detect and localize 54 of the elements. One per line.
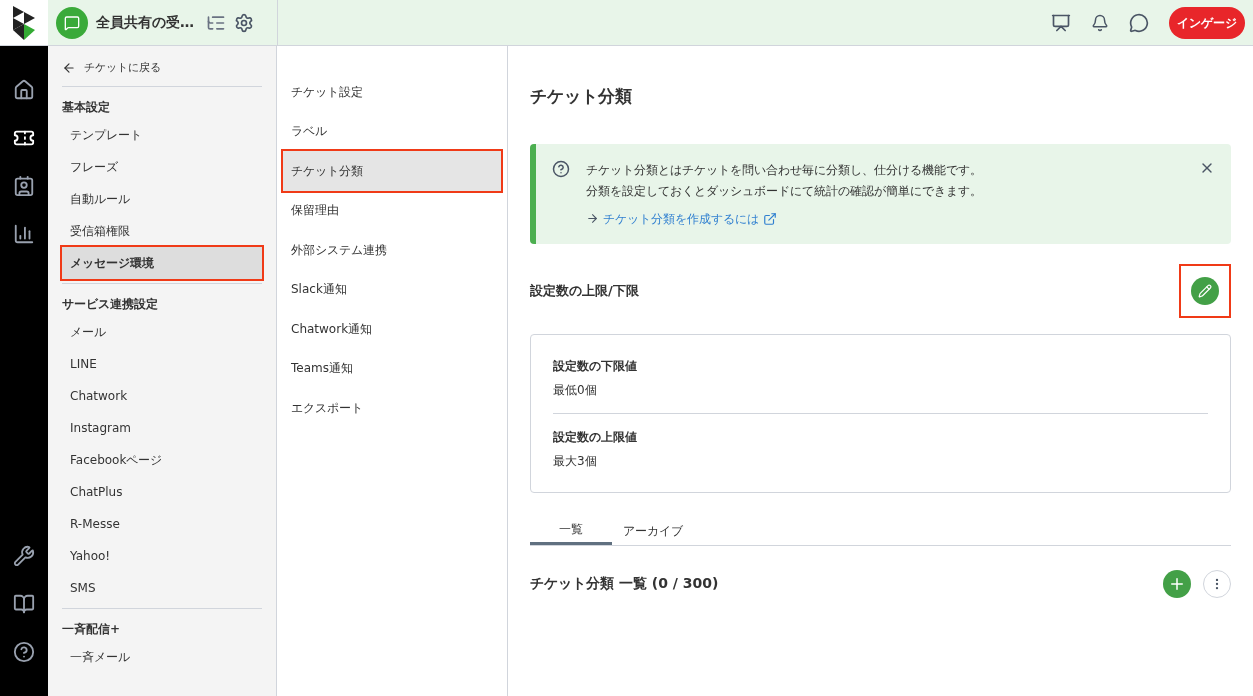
edit-button[interactable] — [1191, 276, 1219, 305]
external-link-icon — [763, 211, 777, 226]
help-link[interactable]: チケット分類を作成するには — [603, 209, 759, 228]
tab[interactable]: アーカイブ — [612, 516, 694, 545]
submenu-item[interactable]: 保留理由 — [283, 190, 501, 230]
sidebar-item[interactable]: 自動ルール — [62, 183, 262, 215]
sidebar-item[interactable]: LINE — [62, 348, 262, 380]
inbox-icon — [56, 6, 88, 39]
info-text: 分類を設定しておくとダッシュボードにて統計の確認が簡単にできます。 — [586, 182, 983, 200]
submenu-item[interactable]: 外部システム連携 — [283, 230, 501, 270]
sidebar-item[interactable]: Facebookページ — [62, 444, 262, 476]
submenu-item[interactable]: チケット分類 — [283, 151, 501, 191]
section-title: サービス連携設定 — [62, 296, 159, 313]
submenu-item[interactable]: ラベル — [283, 111, 501, 151]
add-button[interactable] — [1163, 569, 1191, 598]
settings-icon[interactable] — [234, 12, 254, 33]
sidebar-item[interactable]: Chatwork — [62, 380, 262, 412]
limit-label: 設定数の下限値 — [553, 357, 638, 375]
sidebar-item[interactable]: メール — [62, 316, 262, 348]
tab[interactable]: 一覧 — [530, 516, 612, 545]
submenu-item[interactable]: Chatwork通知 — [283, 309, 501, 349]
limit-label: 設定数の上限値 — [553, 428, 638, 446]
submenu-item[interactable]: Slack通知 — [283, 269, 501, 309]
sidebar-item[interactable]: 一斉メール — [62, 641, 262, 673]
list-title: チケット分類 一覧 (0 / 300) — [530, 574, 719, 593]
limit-value: 最大3個 — [553, 452, 598, 470]
sidebar-item[interactable]: テンプレート — [62, 119, 262, 151]
pencil-icon — [1198, 283, 1212, 298]
logo-icon — [13, 5, 35, 40]
sidebar-item[interactable]: フレーズ — [62, 151, 262, 183]
sidebar-item[interactable]: ChatPlus — [62, 476, 262, 508]
arrow-icon — [586, 212, 599, 225]
submenu-item[interactable]: チケット設定 — [283, 72, 501, 112]
submenu-item[interactable]: エクスポート — [283, 388, 501, 428]
info-text: チケット分類とはチケットを問い合わせ毎に分類し、仕分ける機能です。 — [586, 161, 983, 179]
chat-icon[interactable] — [1129, 12, 1149, 33]
sidebar-item[interactable]: Instagram — [62, 412, 262, 444]
sidebar-item[interactable]: 受信箱権限 — [62, 215, 262, 247]
help-icon — [552, 159, 570, 178]
inbox-name: 全員共有の受… — [96, 13, 194, 32]
sidebar-item[interactable]: メッセージ環境 — [62, 247, 262, 279]
bell-icon[interactable] — [1091, 13, 1109, 32]
section-title: 基本設定 — [62, 99, 111, 116]
section-title: 一斉配信+ — [62, 621, 122, 638]
back-link[interactable]: チケットに戻る — [62, 58, 161, 78]
submenu-item[interactable]: Teams通知 — [283, 348, 501, 388]
sidebar-item[interactable]: Yahoo! — [62, 540, 262, 572]
sidebar-item[interactable]: SMS — [62, 572, 262, 604]
section-heading: 設定数の上限/下限 — [530, 281, 639, 300]
board-icon[interactable] — [1051, 12, 1071, 33]
limit-value: 最低0個 — [553, 381, 598, 399]
sidebar-item[interactable]: R-Messe — [62, 508, 262, 540]
page-title: チケット分類 — [530, 85, 633, 108]
user-avatar[interactable]: インゲージ — [1169, 6, 1245, 39]
